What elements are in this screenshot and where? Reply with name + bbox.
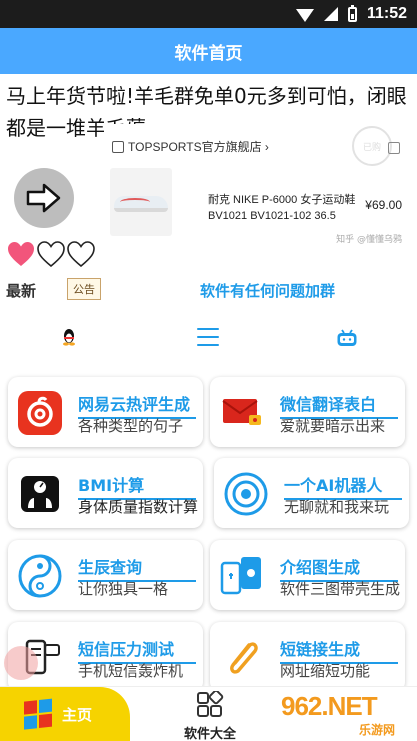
tab-all-software[interactable]: 软件大全 bbox=[170, 689, 250, 741]
card-intro-image[interactable]: 介绍图生成 软件三图带壳生成 bbox=[210, 540, 405, 610]
tab-all-label: 软件大全 bbox=[183, 727, 236, 741]
card-birth-query[interactable]: 生辰查询 让你独具一格 bbox=[8, 540, 203, 610]
join-group-link[interactable]: 软件有任何问题加群 bbox=[200, 280, 335, 301]
card-title: 短信压力测试 bbox=[78, 636, 196, 664]
notice-badge[interactable]: 公告 bbox=[67, 278, 101, 300]
quick-icon-row bbox=[0, 322, 417, 354]
signal-icon bbox=[323, 7, 338, 21]
purchased-stamp: 已购 bbox=[352, 126, 392, 166]
card-subtitle: 网址缩短功能 bbox=[280, 662, 371, 680]
ai-robot-icon bbox=[222, 470, 270, 518]
watermark-sub: 乐游网 bbox=[359, 723, 396, 737]
ad-product-title[interactable]: 耐克 NIKE P-6000 女子运动鞋 BV1021 BV1021-102 3… bbox=[208, 192, 378, 224]
card-title: 生辰查询 bbox=[78, 554, 196, 582]
red-envelope-icon bbox=[218, 389, 266, 437]
store-icon bbox=[112, 140, 124, 153]
heart-outline-icon[interactable] bbox=[36, 240, 66, 268]
app-screen: 11:52 软件首页 马上年货节啦!羊毛群免单0元多到可怕，闭眼都是一堆羊毛薅 … bbox=[0, 0, 417, 741]
tab-home[interactable]: 主页 bbox=[0, 687, 130, 741]
page-header: 软件首页 bbox=[0, 28, 417, 74]
ad-price: ¥69.00 bbox=[365, 198, 402, 212]
trash-icon[interactable] bbox=[388, 142, 400, 154]
card-ai-robot[interactable]: 一个AI机器人 无聊就和我来玩 bbox=[214, 458, 409, 528]
card-subtitle: 手机短信轰炸机 bbox=[78, 662, 184, 680]
next-arrow-button[interactable] bbox=[14, 168, 74, 228]
card-short-link[interactable]: 短链接生成 网址缩短功能 bbox=[210, 622, 405, 692]
floating-button[interactable] bbox=[4, 646, 38, 680]
card-netease-comment[interactable]: 网易云热评生成 各种类型的句子 bbox=[8, 377, 203, 447]
card-subtitle: 软件三图带壳生成 bbox=[280, 580, 401, 598]
menu-icon[interactable] bbox=[197, 328, 219, 346]
phone-frames-icon bbox=[218, 552, 266, 600]
card-subtitle: 无聊就和我来玩 bbox=[284, 498, 390, 516]
bottom-nav: 主页 软件大全 962.NET 乐游网 bbox=[0, 686, 417, 741]
product-ad[interactable]: TOPSPORTS官方旗舰店 › 已购 耐克 NIKE P-6000 女子运动鞋… bbox=[104, 124, 410, 249]
card-subtitle: 各种类型的句子 bbox=[78, 417, 184, 435]
qq-penguin-icon[interactable] bbox=[62, 328, 76, 346]
card-title: 短链接生成 bbox=[280, 636, 398, 664]
arrow-right-icon bbox=[26, 183, 61, 213]
card-bmi[interactable]: BMI计算 身体质量指数计算 bbox=[8, 458, 203, 528]
card-subtitle: 身体质量指数计算 bbox=[78, 498, 199, 516]
battery-icon bbox=[347, 4, 357, 22]
card-title: 微信翻译表白 bbox=[280, 391, 398, 419]
heart-outline-icon[interactable] bbox=[66, 240, 96, 268]
card-title: 一个AI机器人 bbox=[284, 472, 402, 500]
ad-store-name[interactable]: TOPSPORTS官方旗舰店 › bbox=[112, 138, 269, 155]
watermark-main: 962.NET bbox=[281, 691, 378, 721]
netease-music-icon bbox=[16, 389, 64, 437]
shoe-icon bbox=[114, 196, 168, 212]
ad-store-label: TOPSPORTS官方旗舰店 › bbox=[128, 140, 269, 154]
card-title: BMI计算 bbox=[78, 472, 196, 500]
card-title: 网易云热评生成 bbox=[78, 391, 196, 419]
page-title: 软件首页 bbox=[174, 43, 243, 64]
site-watermark: 962.NET 乐游网 bbox=[281, 687, 411, 741]
card-subtitle: 让你独具一格 bbox=[78, 580, 169, 598]
status-bar: 11:52 bbox=[0, 0, 417, 28]
ad-source: 知乎 @懂懂乌鸦 bbox=[336, 235, 402, 245]
like-hearts bbox=[6, 240, 96, 268]
heart-filled-icon[interactable] bbox=[6, 240, 36, 268]
tab-home-label: 主页 bbox=[62, 706, 93, 724]
shoe-image[interactable] bbox=[110, 168, 172, 236]
card-title: 介绍图生成 bbox=[280, 554, 398, 582]
grid-icon bbox=[197, 689, 224, 717]
bilibili-icon[interactable] bbox=[336, 328, 358, 348]
scale-icon bbox=[16, 470, 64, 518]
status-time: 11:52 bbox=[366, 5, 407, 22]
yin-yang-icon bbox=[16, 552, 64, 600]
card-subtitle: 爱就要暗示出来 bbox=[280, 417, 386, 435]
card-sms-test[interactable]: 短信压力测试 手机短信轰炸机 bbox=[8, 622, 203, 692]
wifi-icon bbox=[295, 8, 314, 22]
windows-logo-icon bbox=[24, 698, 54, 731]
paperclip-icon bbox=[218, 634, 266, 682]
latest-label: 最新 bbox=[6, 282, 37, 300]
card-wechat-confession[interactable]: 微信翻译表白 爱就要暗示出来 bbox=[210, 377, 405, 447]
